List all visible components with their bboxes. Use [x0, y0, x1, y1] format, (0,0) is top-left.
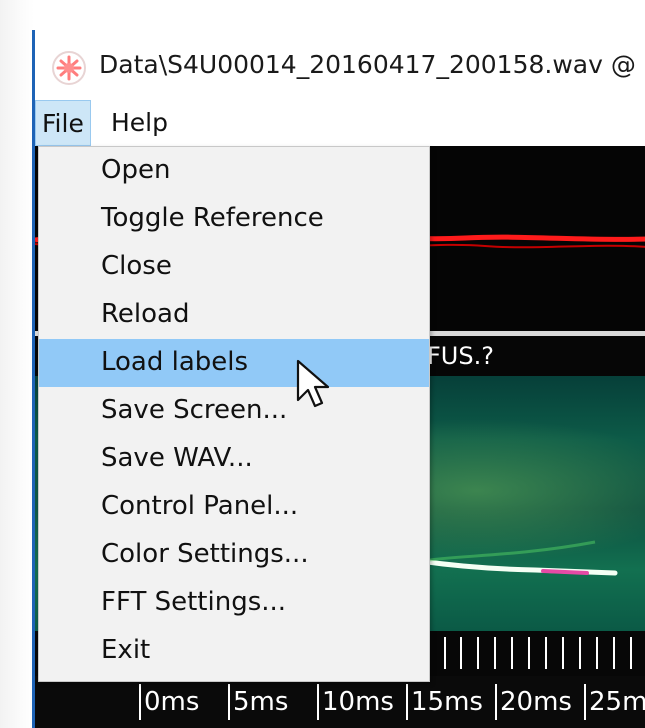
time-label-5ms: 5ms	[228, 684, 288, 720]
time-label-15ms: 15ms	[406, 684, 483, 720]
menu-item-load-labels[interactable]: Load labels	[39, 339, 429, 387]
file-dropdown-menu: Open Toggle Reference Close Reload Load …	[38, 146, 430, 682]
menu-item-toggle-reference[interactable]: Toggle Reference	[39, 195, 429, 243]
menu-item-open[interactable]: Open	[39, 147, 429, 195]
time-label-10ms: 10ms	[317, 684, 394, 720]
time-label-0ms: 0ms	[139, 684, 199, 720]
menu-item-label: Toggle Reference	[101, 203, 324, 233]
menu-bar: File Help	[35, 100, 645, 146]
menu-item-label: Save WAV...	[101, 443, 253, 473]
species-label: FUS.?	[427, 342, 494, 370]
time-label-20ms: 20ms	[495, 684, 572, 720]
menu-item-reload[interactable]: Reload	[39, 291, 429, 339]
menu-item-label: Exit	[101, 635, 151, 665]
menu-item-label: Reload	[101, 299, 190, 329]
menu-item-label: FFT Settings...	[101, 587, 287, 617]
window-title: Data\S4U00014_20160417_200158.wav @	[99, 50, 636, 79]
menu-item-label: Close	[101, 251, 172, 281]
menu-item-label: Save Screen...	[101, 395, 288, 425]
menu-help[interactable]: Help	[105, 100, 174, 146]
menu-item-color-settings[interactable]: Color Settings...	[39, 531, 429, 579]
menu-item-label: Control Panel...	[101, 491, 299, 521]
menu-item-close[interactable]: Close	[39, 243, 429, 291]
app-logo-icon	[52, 51, 86, 85]
menu-item-label: Color Settings...	[101, 539, 309, 569]
menu-file[interactable]: File	[35, 100, 91, 146]
title-bar[interactable]: Data\S4U00014_20160417_200158.wav @	[35, 30, 645, 100]
menu-item-save-screen[interactable]: Save Screen...	[39, 387, 429, 435]
menu-item-exit[interactable]: Exit	[39, 627, 429, 675]
menu-item-fft-settings[interactable]: FFT Settings...	[39, 579, 429, 627]
menu-item-control-panel[interactable]: Control Panel...	[39, 483, 429, 531]
application-window: Data\S4U00014_20160417_200158.wav @ File…	[32, 30, 645, 728]
menu-item-label: Open	[101, 155, 171, 185]
time-axis: 0ms 5ms 10ms 15ms 20ms 25m	[35, 676, 645, 728]
menu-item-save-wav[interactable]: Save WAV...	[39, 435, 429, 483]
mouse-pointer-icon	[296, 359, 330, 408]
time-label-25ms: 25m	[584, 684, 645, 720]
menu-item-label: Load labels	[101, 347, 249, 377]
